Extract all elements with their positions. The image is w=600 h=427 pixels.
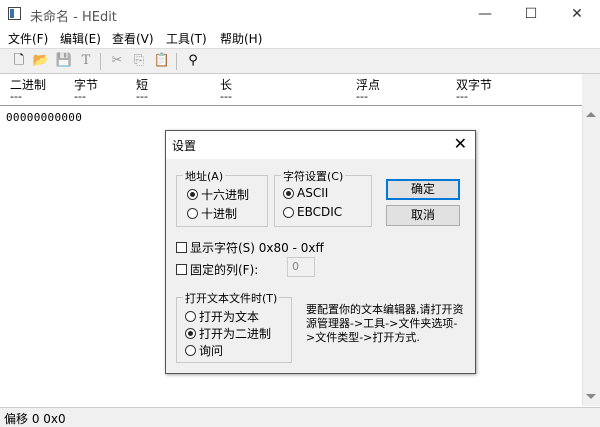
radio-ascii[interactable]: ASCII (283, 186, 328, 200)
radio-decimal-indicator (187, 208, 198, 219)
short-value: --- (136, 90, 148, 103)
open-text-group: 打开文本文件时(T) 打开为文本 打开为二进制 询问 (176, 290, 292, 363)
toolbar-separator (100, 53, 101, 70)
radio-ascii-indicator (283, 187, 294, 199)
menu-tools[interactable]: 工具(T) (166, 30, 207, 47)
menu-edit[interactable]: 编辑(E) (60, 30, 101, 47)
scroll-down-icon[interactable] (586, 394, 596, 399)
maximize-button[interactable]: ☐ (508, 0, 554, 28)
menu-help[interactable]: 帮助(H) (220, 30, 262, 47)
radio-ask-label: 询问 (199, 344, 224, 358)
value-inspector: 二进制 --- 字节 --- 短 --- 长 --- 浮点 --- 双字节 --… (0, 74, 582, 106)
charset-group-label: 字符设置(C) (281, 168, 346, 184)
float-value: --- (356, 90, 368, 103)
save-icon[interactable]: 💾 (55, 52, 73, 70)
title-bar: 未命名 - HEdit — ☐ ✕ (0, 0, 600, 28)
byte-value: --- (74, 90, 86, 103)
menu-view[interactable]: 查看(V) (112, 30, 154, 47)
radio-hex-indicator (187, 189, 198, 200)
address-group-label: 地址(A) (183, 168, 226, 184)
window-title: 未命名 - HEdit (30, 10, 117, 25)
close-button[interactable]: ✕ (554, 0, 600, 28)
scroll-up-icon[interactable] (586, 112, 596, 117)
radio-open-as-binary-label: 打开为二进制 (199, 327, 272, 341)
show-chars-checkbox[interactable]: 显示字符(S) 0x80 - 0xff (176, 239, 324, 256)
show-chars-box (176, 242, 187, 253)
offset-status: 偏移 0 0x0 (4, 412, 66, 426)
radio-hex-label: 十六进制 (201, 188, 250, 202)
radio-open-as-text-indicator (185, 311, 196, 322)
menu-file[interactable]: 文件(F) (8, 30, 48, 47)
dialog-title: 设置 (172, 139, 197, 153)
editor-config-hint: 要配置你的文本编辑器,请打开资源管理器->工具->文件夹选项->文件类型->打开… (306, 303, 464, 344)
toolbar: 🗋 📂 💾 T ✂ ⎘ 📋 ⚲ (0, 48, 600, 74)
offset-line: 00000000000 (6, 111, 83, 124)
binoculars-icon[interactable]: ⚲ (184, 52, 202, 70)
menu-bar: 文件(F) 编辑(E) 查看(V) 工具(T) 帮助(H) (0, 28, 600, 48)
settings-dialog: 设置 ✕ 地址(A) 十六进制 十进制 字符设置(C) ASCII EBCDIC… (165, 130, 476, 374)
binary-value: --- (10, 90, 22, 103)
radio-ebcdic[interactable]: EBCDIC (283, 205, 342, 219)
copy-icon[interactable]: ⎘ (130, 52, 148, 70)
cancel-button[interactable]: 取消 (386, 205, 460, 226)
dialog-close-icon[interactable]: ✕ (454, 134, 467, 153)
new-file-icon[interactable]: 🗋 (10, 52, 28, 70)
dialog-title-bar: 设置 ✕ (166, 131, 475, 159)
radio-open-as-binary-indicator (185, 328, 196, 339)
show-chars-label: 显示字符(S) 0x80 - 0xff (190, 241, 324, 255)
ok-button[interactable]: 确定 (386, 179, 460, 200)
font-icon[interactable]: T (77, 52, 95, 70)
radio-ebcdic-indicator (283, 206, 294, 218)
radio-open-as-text[interactable]: 打开为文本 (185, 308, 259, 325)
paste-icon[interactable]: 📋 (153, 52, 171, 70)
fixed-columns-input[interactable]: 0 (287, 257, 315, 277)
radio-decimal-label: 十进制 (201, 207, 238, 221)
status-bar: 偏移 0 0x0 (0, 407, 600, 427)
radio-decimal[interactable]: 十进制 (187, 205, 237, 222)
toolbar-separator (176, 53, 177, 70)
radio-hex[interactable]: 十六进制 (187, 186, 249, 203)
fixed-columns-box (176, 264, 187, 275)
long-value: --- (220, 90, 232, 103)
charset-group: 字符设置(C) ASCII EBCDIC (274, 168, 372, 227)
minimize-button[interactable]: — (462, 0, 508, 28)
double-byte-value: --- (456, 90, 468, 103)
fixed-columns-label: 固定的列(F): (190, 263, 259, 277)
open-text-group-label: 打开文本文件时(T) (183, 290, 280, 306)
app-icon (8, 7, 21, 20)
open-folder-icon[interactable]: 📂 (32, 52, 50, 70)
radio-ask[interactable]: 询问 (185, 342, 223, 359)
vertical-scrollbar[interactable] (582, 106, 600, 406)
cut-icon[interactable]: ✂ (108, 52, 126, 70)
radio-ascii-label: ASCII (297, 186, 329, 200)
fixed-columns-checkbox[interactable]: 固定的列(F): (176, 261, 258, 278)
header-panel-gutter (582, 74, 600, 106)
radio-open-as-binary[interactable]: 打开为二进制 (185, 325, 271, 342)
radio-open-as-text-label: 打开为文本 (199, 310, 260, 324)
radio-ebcdic-label: EBCDIC (297, 205, 343, 219)
address-group: 地址(A) 十六进制 十进制 (176, 168, 268, 227)
radio-ask-indicator (185, 345, 196, 356)
